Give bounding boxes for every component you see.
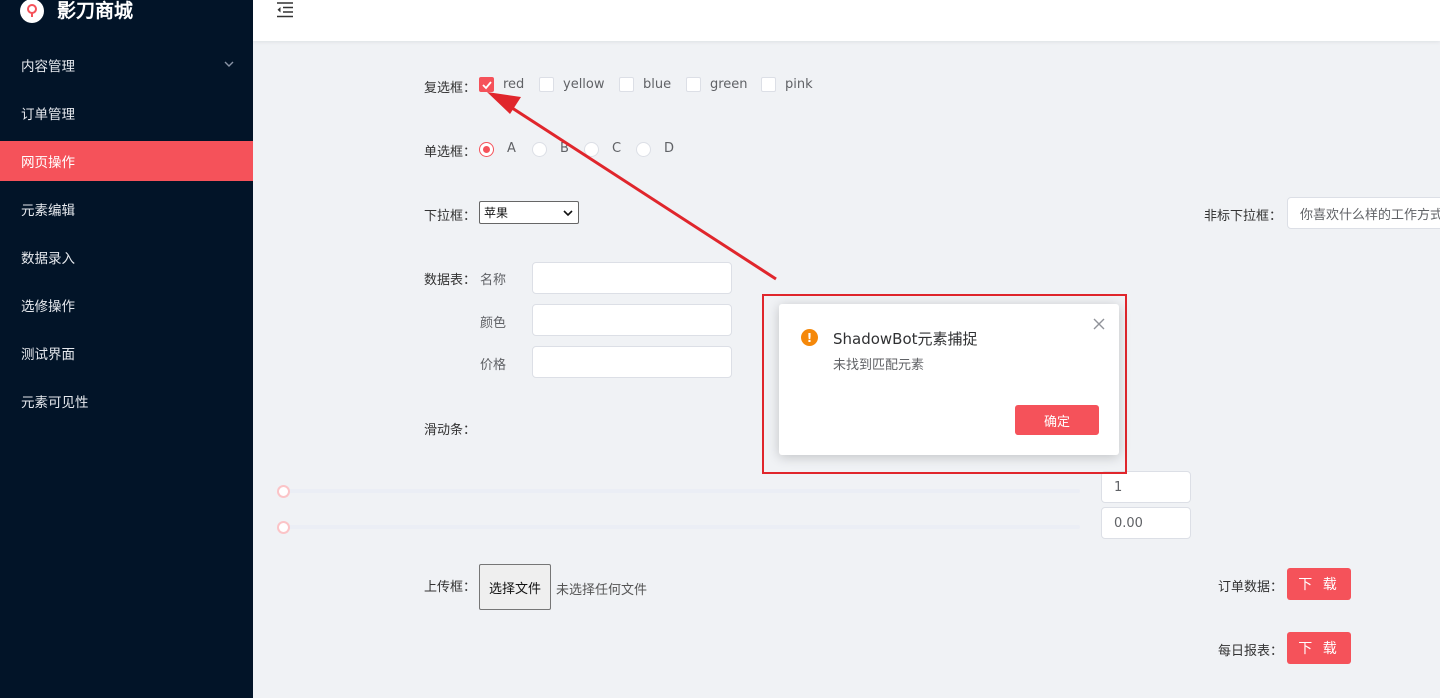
field-label-color: 颜色 bbox=[480, 316, 507, 331]
data-table-label: 数据表： bbox=[424, 273, 477, 288]
element-capture-dialog: ! ShadowBot元素捕捉 未找到匹配元素 确定 bbox=[779, 304, 1119, 455]
checkbox-label-pink[interactable]: pink bbox=[785, 77, 813, 92]
brand-title: 影刀商城 bbox=[57, 0, 134, 22]
checkbox-blue[interactable] bbox=[619, 77, 634, 92]
check-icon bbox=[482, 81, 492, 90]
slider-handle-2[interactable] bbox=[277, 521, 290, 534]
sidebar-item-label: 元素可见性 bbox=[21, 395, 89, 411]
checkbox-label-green[interactable]: green bbox=[710, 77, 748, 92]
top-header bbox=[253, 0, 1440, 41]
sidebar-item-elective-operation[interactable]: 选修操作 bbox=[0, 285, 253, 325]
fruit-select-value: 苹果 bbox=[484, 206, 509, 220]
slider-value-2: 0.00 bbox=[1114, 515, 1143, 531]
order-data-label: 订单数据： bbox=[1218, 580, 1284, 595]
dialog-message: 未找到匹配元素 bbox=[833, 358, 925, 373]
sidebar-item-label: 选修操作 bbox=[21, 299, 75, 315]
file-status: 未选择任何文件 bbox=[556, 583, 648, 598]
slider-handle-1[interactable] bbox=[277, 485, 290, 498]
sidebar-item-data-entry[interactable]: 数据录入 bbox=[0, 237, 253, 277]
radio-label-a[interactable]: A bbox=[507, 141, 516, 156]
field-label-name: 名称 bbox=[480, 273, 507, 288]
sidebar-item-label: 数据录入 bbox=[21, 251, 75, 267]
name-input[interactable] bbox=[532, 262, 732, 294]
sidebar-item-label: 网页操作 bbox=[21, 155, 75, 171]
radio-group-label: 单选框： bbox=[424, 145, 477, 160]
menu-fold-icon[interactable] bbox=[276, 2, 294, 18]
price-input[interactable] bbox=[532, 346, 732, 378]
close-icon[interactable] bbox=[1093, 318, 1105, 330]
fancy-select-label: 非标下拉框： bbox=[1204, 209, 1283, 224]
select-label: 下拉框： bbox=[424, 209, 477, 224]
slider-value-input-2[interactable]: 0.00 bbox=[1101, 507, 1191, 539]
sidebar: 影刀商城 内容管理 订单管理 网页操作 元素编辑 数据录入 选修操作 测试界面 … bbox=[0, 0, 253, 698]
slider-track-1[interactable] bbox=[283, 489, 1080, 493]
chevron-down-icon bbox=[563, 210, 573, 217]
checkbox-red[interactable] bbox=[479, 77, 494, 92]
color-input[interactable] bbox=[532, 304, 732, 336]
checkbox-label-red[interactable]: red bbox=[503, 77, 524, 92]
pin-logo-icon bbox=[20, 0, 44, 23]
sidebar-item-label: 订单管理 bbox=[21, 107, 75, 123]
checkbox-yellow[interactable] bbox=[539, 77, 554, 92]
radio-label-c[interactable]: C bbox=[612, 141, 621, 156]
sidebar-item-label: 内容管理 bbox=[21, 59, 75, 75]
radio-b[interactable] bbox=[532, 142, 547, 157]
download-orders-button[interactable]: 下 载 bbox=[1287, 568, 1351, 600]
chevron-down-icon bbox=[224, 61, 234, 67]
brand[interactable]: 影刀商城 bbox=[20, 0, 133, 24]
slider-label: 滑动条： bbox=[424, 423, 477, 438]
sidebar-item-test-interface[interactable]: 测试界面 bbox=[0, 333, 253, 373]
dialog-title: ShadowBot元素捕捉 bbox=[833, 330, 978, 348]
slider-track-2[interactable] bbox=[283, 525, 1080, 529]
radio-a[interactable] bbox=[479, 142, 494, 157]
checkbox-label-yellow[interactable]: yellow bbox=[563, 77, 605, 92]
sidebar-item-element-visibility[interactable]: 元素可见性 bbox=[0, 381, 253, 421]
radio-label-b[interactable]: B bbox=[560, 141, 569, 156]
sidebar-item-content-management[interactable]: 内容管理 bbox=[0, 45, 253, 85]
warning-icon: ! bbox=[801, 329, 818, 346]
sidebar-item-order-management[interactable]: 订单管理 bbox=[0, 93, 253, 133]
checkbox-pink[interactable] bbox=[761, 77, 776, 92]
download-daily-report-button[interactable]: 下 载 bbox=[1287, 632, 1351, 664]
checkbox-green[interactable] bbox=[686, 77, 701, 92]
fruit-select[interactable]: 苹果 bbox=[479, 201, 579, 224]
work-style-placeholder: 你喜欢什么样的工作方式 bbox=[1300, 207, 1440, 223]
checkbox-group-label: 复选框： bbox=[424, 81, 477, 96]
sidebar-item-element-edit[interactable]: 元素编辑 bbox=[0, 189, 253, 229]
upload-label: 上传框： bbox=[424, 580, 477, 595]
checkbox-label-blue[interactable]: blue bbox=[643, 77, 671, 92]
slider-value-1: 1 bbox=[1114, 479, 1123, 495]
radio-d[interactable] bbox=[636, 142, 651, 157]
radio-label-d[interactable]: D bbox=[664, 141, 674, 156]
field-label-price: 价格 bbox=[480, 358, 507, 373]
work-style-select[interactable]: 你喜欢什么样的工作方式 bbox=[1287, 197, 1440, 229]
sidebar-item-label: 元素编辑 bbox=[21, 203, 75, 219]
daily-report-label: 每日报表： bbox=[1218, 644, 1284, 659]
choose-file-button[interactable]: 选择文件 bbox=[479, 564, 551, 610]
sidebar-item-web-operation[interactable]: 网页操作 bbox=[0, 141, 253, 181]
slider-value-input-1[interactable]: 1 bbox=[1101, 471, 1191, 503]
sidebar-item-label: 测试界面 bbox=[21, 347, 75, 363]
radio-c[interactable] bbox=[584, 142, 599, 157]
confirm-button[interactable]: 确定 bbox=[1015, 405, 1099, 435]
